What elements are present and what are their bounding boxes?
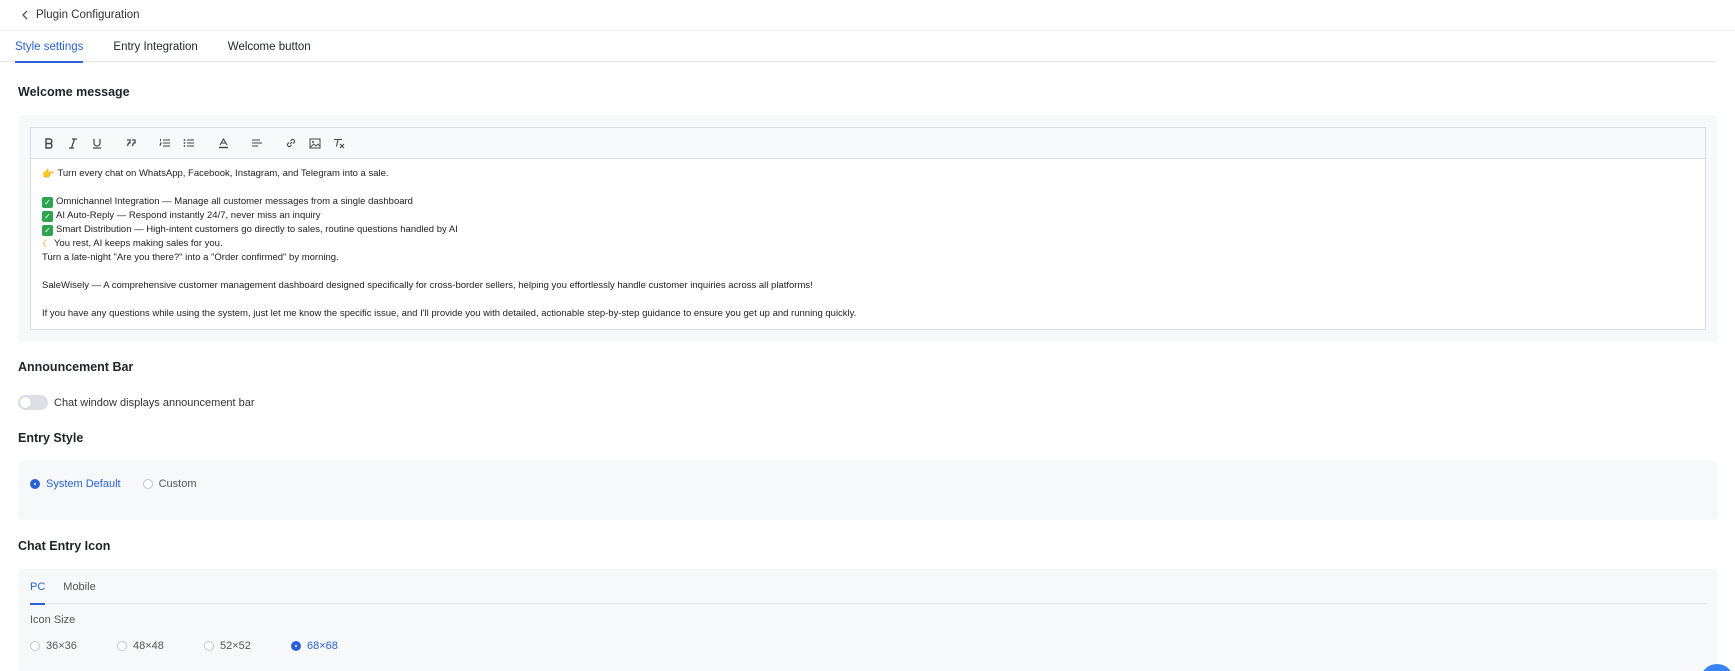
tab-mobile[interactable]: Mobile: [63, 569, 95, 604]
editor-line: Turn a late-night "Are you there?" into …: [42, 252, 339, 263]
tab-welcome-button[interactable]: Welcome button: [228, 31, 311, 62]
welcome-message-panel: 👉 Turn every chat on WhatsApp, Facebook, …: [18, 115, 1718, 342]
italic-icon[interactable]: [65, 135, 81, 151]
editor-line: [42, 265, 1694, 279]
entry-style-options: System Default Custom: [30, 478, 219, 490]
editor-line: [42, 181, 1694, 195]
radio-system-default[interactable]: System Default: [30, 478, 121, 490]
radio-dot: [30, 479, 40, 489]
rich-text-editor: 👉 Turn every chat on WhatsApp, Facebook, …: [30, 127, 1706, 330]
editor-content[interactable]: 👉 Turn every chat on WhatsApp, Facebook, …: [31, 159, 1705, 329]
radio-dot: [117, 641, 127, 651]
radio-size-68[interactable]: 68×68: [291, 640, 338, 652]
clear-format-icon[interactable]: [331, 135, 347, 151]
editor-line: 👉 Turn every chat on WhatsApp, Facebook, …: [42, 168, 389, 180]
pointing-hand-icon: 👉: [42, 169, 55, 180]
editor-toolbar: [31, 128, 1705, 159]
radio-dot: [291, 641, 301, 651]
check-mark-icon: ✓: [42, 211, 53, 222]
entry-style-panel: System Default Custom: [18, 461, 1718, 520]
editor-line: [42, 293, 1694, 307]
icon-size-label: Icon Size: [30, 614, 76, 626]
align-icon[interactable]: [249, 135, 265, 151]
announcement-toggle-row: Chat window displays announcement bar: [18, 395, 255, 410]
blockquote-icon[interactable]: [123, 135, 139, 151]
editor-line: ✓ AI Auto-Reply — Respond instantly 24/7,…: [42, 209, 1694, 223]
radio-size-52[interactable]: 52×52: [204, 640, 291, 652]
editor-line: ✓ Omnichannel Integration — Manage all cu…: [42, 195, 1694, 209]
check-mark-icon: ✓: [42, 197, 53, 208]
editor-line: ✓ Smart Distribution — High-intent custom…: [42, 223, 1694, 237]
icon-size-options: 36×36 48×48 52×52 68×68: [30, 640, 360, 652]
bullet-list-icon[interactable]: [181, 135, 197, 151]
entry-style-title: Entry Style: [18, 431, 84, 445]
radio-size-36[interactable]: 36×36: [30, 640, 117, 652]
tab-style-settings[interactable]: Style settings: [15, 31, 84, 63]
text-color-icon[interactable]: [215, 135, 231, 151]
moon-icon: ☾: [42, 239, 51, 250]
chevron-left-icon[interactable]: [18, 8, 32, 22]
image-icon[interactable]: [307, 135, 323, 151]
device-tabs: PC Mobile: [30, 569, 1706, 605]
radio-dot: [204, 641, 214, 651]
chat-entry-icon-panel: PC Mobile Icon Size 36×36 48×48 52×52 68…: [18, 569, 1718, 671]
tab-pc[interactable]: PC: [30, 569, 46, 605]
check-mark-icon: ✓: [42, 225, 53, 236]
link-icon[interactable]: [283, 135, 299, 151]
radio-dot: [142, 479, 153, 489]
page-title: Plugin Configuration: [36, 9, 140, 21]
chat-entry-icon-title: Chat Entry Icon: [18, 539, 111, 553]
announcement-bar-title: Announcement Bar: [18, 360, 134, 374]
radio-dot: [30, 641, 40, 651]
welcome-message-title: Welcome message: [18, 85, 130, 99]
editor-line: ☾ You rest, AI keeps making sales for you…: [42, 238, 223, 250]
bold-icon[interactable]: [41, 135, 57, 151]
underline-icon[interactable]: [89, 135, 105, 151]
editor-line: SaleWisely — A comprehensive customer ma…: [42, 280, 813, 291]
radio-size-48[interactable]: 48×48: [117, 640, 204, 652]
main-tabs: Style settings Entry Integration Welcome…: [0, 31, 1717, 63]
tab-entry-integration[interactable]: Entry Integration: [113, 31, 197, 62]
announcement-toggle[interactable]: [18, 395, 48, 410]
radio-custom[interactable]: Custom: [142, 478, 197, 490]
editor-line: If you have any questions while using th…: [42, 308, 857, 319]
ordered-list-icon[interactable]: [157, 135, 173, 151]
top-bar: Plugin Configuration: [0, 0, 1735, 31]
announcement-toggle-label: Chat window displays announcement bar: [54, 396, 255, 409]
